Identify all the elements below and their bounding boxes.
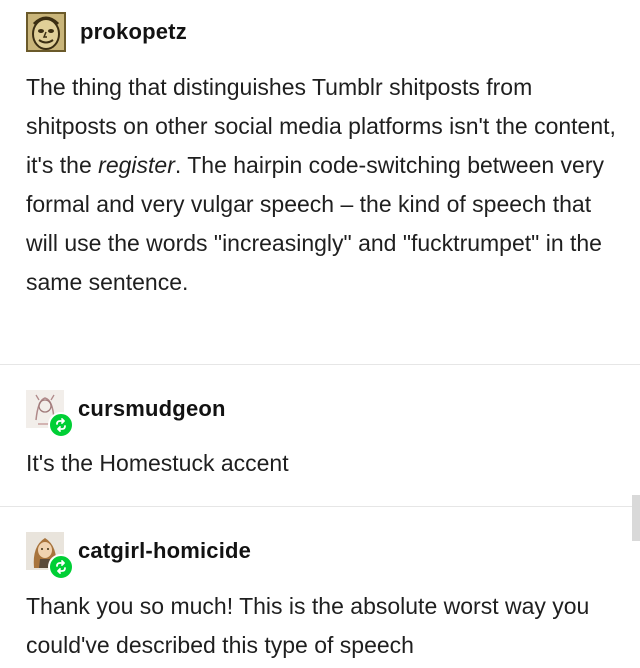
username[interactable]: cursmudgeon bbox=[78, 396, 226, 422]
post-body-emphasis: register bbox=[98, 152, 175, 178]
username[interactable]: prokopetz bbox=[80, 19, 187, 45]
post-body: The thing that distinguishes Tumblr shit… bbox=[26, 68, 616, 302]
username[interactable]: catgirl-homicide bbox=[78, 538, 251, 564]
scrollbar-thumb[interactable] bbox=[632, 495, 640, 541]
post-body: It's the Homestuck accent bbox=[26, 450, 289, 476]
sketch-character-avatar-icon[interactable] bbox=[26, 390, 74, 438]
sketched-face-avatar-icon[interactable] bbox=[26, 12, 66, 52]
reblog-icon bbox=[48, 412, 74, 438]
divider bbox=[0, 506, 640, 507]
long-hair-character-avatar-icon[interactable] bbox=[26, 532, 74, 580]
post-body: Thank you so much! This is the absolute … bbox=[26, 593, 590, 658]
reblog-icon bbox=[48, 554, 74, 580]
post-header: catgirl-homicide bbox=[26, 532, 251, 580]
post-header: cursmudgeon bbox=[26, 390, 226, 438]
post-header: prokopetz bbox=[26, 12, 187, 52]
divider bbox=[0, 364, 640, 365]
